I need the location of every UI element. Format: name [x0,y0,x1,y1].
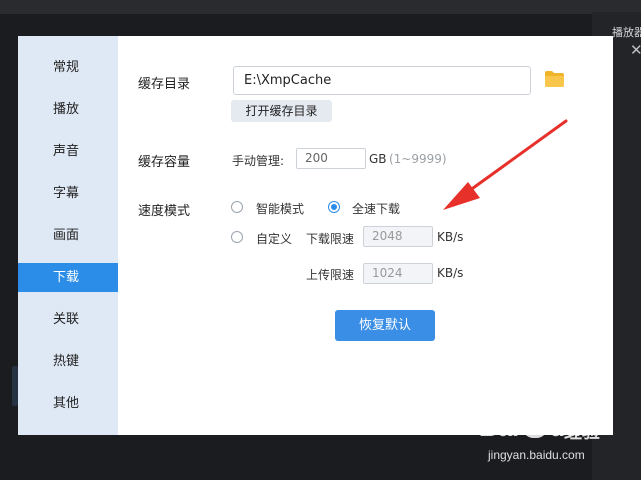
upload-limit-unit: KB/s [437,266,464,280]
cache-dir-label: 缓存目录 [138,77,191,92]
custom-label[interactable]: 自定义 [256,230,292,247]
radio-full-speed[interactable] [328,201,340,213]
sidebar-item-other[interactable]: 其他 [18,389,118,418]
app-top-bar [0,0,641,14]
paw-icon [522,412,549,438]
settings-dialog: 常规 播放 声音 字幕 画面 下载 关联 热键 其他 缓存目录 E:\XmpCa… [18,36,613,435]
folder-icon[interactable] [544,70,565,88]
settings-sidebar: 常规 播放 声音 字幕 画面 下载 关联 热键 其他 [18,36,118,435]
radio-smart-mode[interactable] [231,201,243,213]
sidebar-item-video[interactable]: 画面 [18,221,118,250]
watermark-url: jingyan.baidu.com [488,448,585,462]
manual-manage-label: 手动管理: [232,154,285,168]
upload-limit-label: 上传限速 [306,268,355,282]
sidebar-item-playback[interactable]: 播放 [18,95,118,124]
sidebar-item-download[interactable]: 下载 [18,263,118,292]
sidebar-item-subtitle[interactable]: 字幕 [18,179,118,208]
sidebar-item-audio[interactable]: 声音 [18,137,118,166]
upload-limit-input[interactable]: 1024 [363,263,433,284]
full-speed-label[interactable]: 全速下载 [352,200,400,217]
radio-custom[interactable] [231,231,243,243]
watermark-cn: 经验 [564,422,600,442]
sidebar-item-general[interactable]: 常规 [18,53,118,82]
close-icon[interactable]: ✕ [630,42,641,58]
open-cache-dir-button[interactable]: 打开缓存目录 [231,100,332,122]
cache-size-range: (1~9999) [389,152,447,166]
download-limit-unit: KB/s [437,230,464,244]
cache-size-unit: GB [369,152,387,166]
background-tab-label[interactable]: 播放器 [612,24,641,40]
speed-mode-label: 速度模式 [138,204,191,219]
restore-default-button[interactable]: 恢复默认 [335,310,435,341]
cache-size-input[interactable]: 200 [296,148,366,169]
smart-mode-label[interactable]: 智能模式 [256,200,304,217]
cache-size-label: 缓存容量 [138,155,191,170]
download-limit-label: 下载限速 [306,232,355,246]
sidebar-item-hotkey[interactable]: 热键 [18,347,118,376]
cache-dir-input[interactable]: E:\XmpCache [233,66,531,95]
sidebar-item-association[interactable]: 关联 [18,305,118,334]
baidu-watermark: Bai du 经验 jingyan.baidu.com [478,408,608,468]
download-limit-input[interactable]: 2048 [363,226,433,247]
